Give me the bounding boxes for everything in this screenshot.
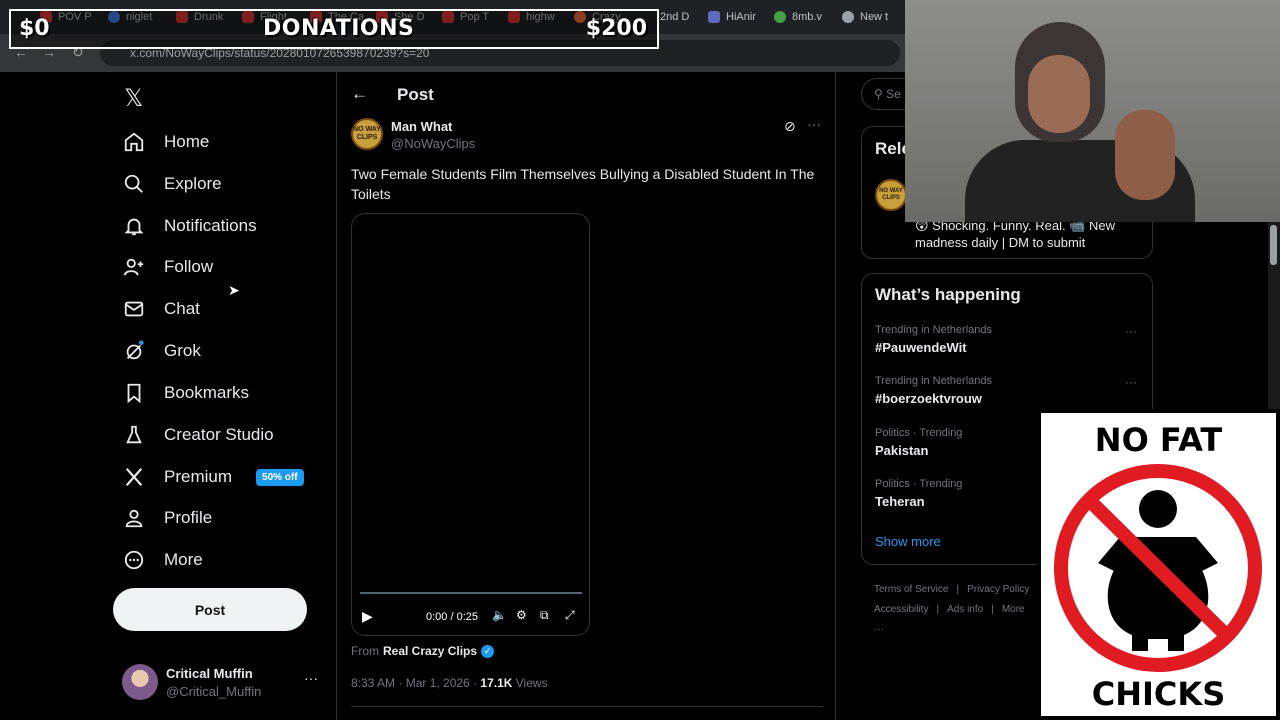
scrollbar-thumb[interactable] (1270, 225, 1277, 265)
account-switcher[interactable]: Critical Muffin @Critical_Muffin ··· (122, 664, 322, 704)
webcam-person-hand (1115, 110, 1175, 200)
ads-info-link[interactable]: Ads info (947, 604, 983, 615)
post-button[interactable]: Post (113, 588, 307, 631)
donations-title: DONATIONS (263, 16, 415, 41)
site-icon (774, 11, 786, 23)
accessibility-link[interactable]: Accessibility (874, 604, 928, 615)
prohibition-sign-icon (1054, 464, 1262, 672)
fullscreen-icon[interactable]: ⤢ (565, 608, 575, 623)
video-time: 0:00 / 0:25 (426, 611, 478, 623)
browser-tab[interactable]: New t (842, 6, 902, 28)
video-progress-bar[interactable] (360, 592, 582, 594)
author-avatar[interactable]: NO WAY CLIPS (351, 118, 383, 150)
play-icon[interactable]: ▶ (362, 608, 373, 625)
pip-icon[interactable]: ⧉ (540, 608, 549, 623)
privacy-link[interactable]: Privacy Policy (967, 584, 1029, 595)
envelope-icon (122, 297, 146, 321)
nav-explore[interactable]: Explore (122, 166, 222, 202)
donations-banner: $0 DONATIONS $200 (9, 9, 659, 49)
volume-icon[interactable]: 🔈 (492, 608, 507, 622)
view-count: 17.1K (480, 676, 513, 690)
more-circle-icon (122, 548, 146, 572)
post-text: Two Female Students Film Themselves Bull… (351, 166, 815, 202)
browser-tab[interactable]: 8mb.v (774, 6, 834, 28)
nav-chat[interactable]: Chat (122, 291, 200, 327)
avatar (122, 664, 158, 700)
sign-top-text: NO FAT (1094, 421, 1223, 459)
x-premium-icon (122, 465, 146, 489)
grok-explain-icon[interactable]: ⊘ (784, 118, 796, 135)
account-handle: @Critical_Muffin (166, 684, 262, 699)
trend-more-icon[interactable]: ··· (1125, 375, 1137, 389)
browser-tab[interactable]: 2nd D (660, 6, 700, 28)
post-meta: 8:33 AM · Mar 1, 2026 · 17.1K Views (351, 676, 548, 690)
settings-icon[interactable]: ⚙ (516, 608, 527, 622)
webcam-overlay (905, 0, 1280, 222)
webcam-person-face (1028, 55, 1090, 133)
premium-discount-badge: 50% off (256, 468, 304, 486)
search-icon: ⚲ (874, 87, 883, 101)
show-more-link[interactable]: Show more (875, 534, 941, 549)
add-person-icon (122, 255, 146, 279)
nav-creator-studio[interactable]: Creator Studio (122, 417, 274, 453)
donations-goal: $200 (585, 16, 647, 41)
bell-icon (122, 214, 146, 238)
flask-icon (122, 423, 146, 447)
trend-item[interactable]: Trending in Netherlands #boerzoektvrouw … (875, 375, 1145, 406)
nav-grok[interactable]: Grok (122, 333, 201, 369)
nav-home[interactable]: Home (122, 124, 209, 160)
footer-links: Terms of Service | Privacy Policy Accessib… (874, 584, 1030, 635)
relevant-bio: 😲 Shocking. Funny. Real. 📹 New madness d… (915, 218, 1116, 250)
sign-overlay: NO FAT CHICKS (1037, 409, 1280, 720)
nav-bookmarks[interactable]: Bookmarks (122, 375, 249, 411)
post-more-icon[interactable]: ··· (807, 116, 821, 132)
nav-notifications[interactable]: Notifications (122, 208, 257, 244)
author-handle[interactable]: @NoWayClips (391, 136, 475, 151)
video-source: From Real Crazy Clips ✓ (351, 644, 495, 658)
account-name: Critical Muffin (166, 666, 253, 681)
nav-profile[interactable]: Profile (122, 500, 212, 536)
relevant-avatar[interactable]: NO WAY CLIPS (875, 179, 907, 211)
home-icon (122, 130, 146, 154)
nav-premium[interactable]: Premium 50% off (122, 459, 304, 495)
trend-more-icon[interactable]: ··· (1125, 324, 1137, 338)
chrome-icon (842, 11, 854, 23)
x-logo-icon[interactable]: 𝕏 (124, 84, 143, 113)
main-column: ← Post NO WAY CLIPS Man What @NoWayClips… (336, 72, 836, 720)
back-button[interactable]: ← (351, 84, 368, 104)
author-name[interactable]: Man What (391, 119, 452, 134)
whats-happening-heading: What’s happening (875, 285, 1021, 304)
verified-badge-icon: ✓ (481, 644, 495, 658)
browser-tab[interactable]: HiAnir (708, 6, 768, 28)
nav-follow[interactable]: Follow (122, 249, 213, 285)
divider (351, 706, 823, 707)
bookmark-icon (122, 381, 146, 405)
nav-more[interactable]: More (122, 542, 203, 578)
sign-bottom-text: CHICKS (1091, 675, 1226, 713)
site-icon (708, 11, 720, 23)
terms-link[interactable]: Terms of Service (874, 584, 948, 595)
video-player[interactable]: ▶ 0:00 / 0:25 🔈 ⚙ ⧉ ⤢ (351, 213, 590, 636)
grok-icon (122, 339, 146, 363)
person-icon (122, 506, 146, 530)
source-link[interactable]: Real Crazy Clips (383, 644, 477, 658)
search-icon (122, 172, 146, 196)
mouse-cursor-icon: ➤ (228, 282, 240, 298)
trend-item[interactable]: Trending in Netherlands #PauwendeWit ··· (875, 324, 1145, 355)
account-more-icon[interactable]: ··· (304, 670, 318, 686)
donations-current: $0 (19, 16, 50, 41)
page-title: Post (397, 85, 434, 104)
